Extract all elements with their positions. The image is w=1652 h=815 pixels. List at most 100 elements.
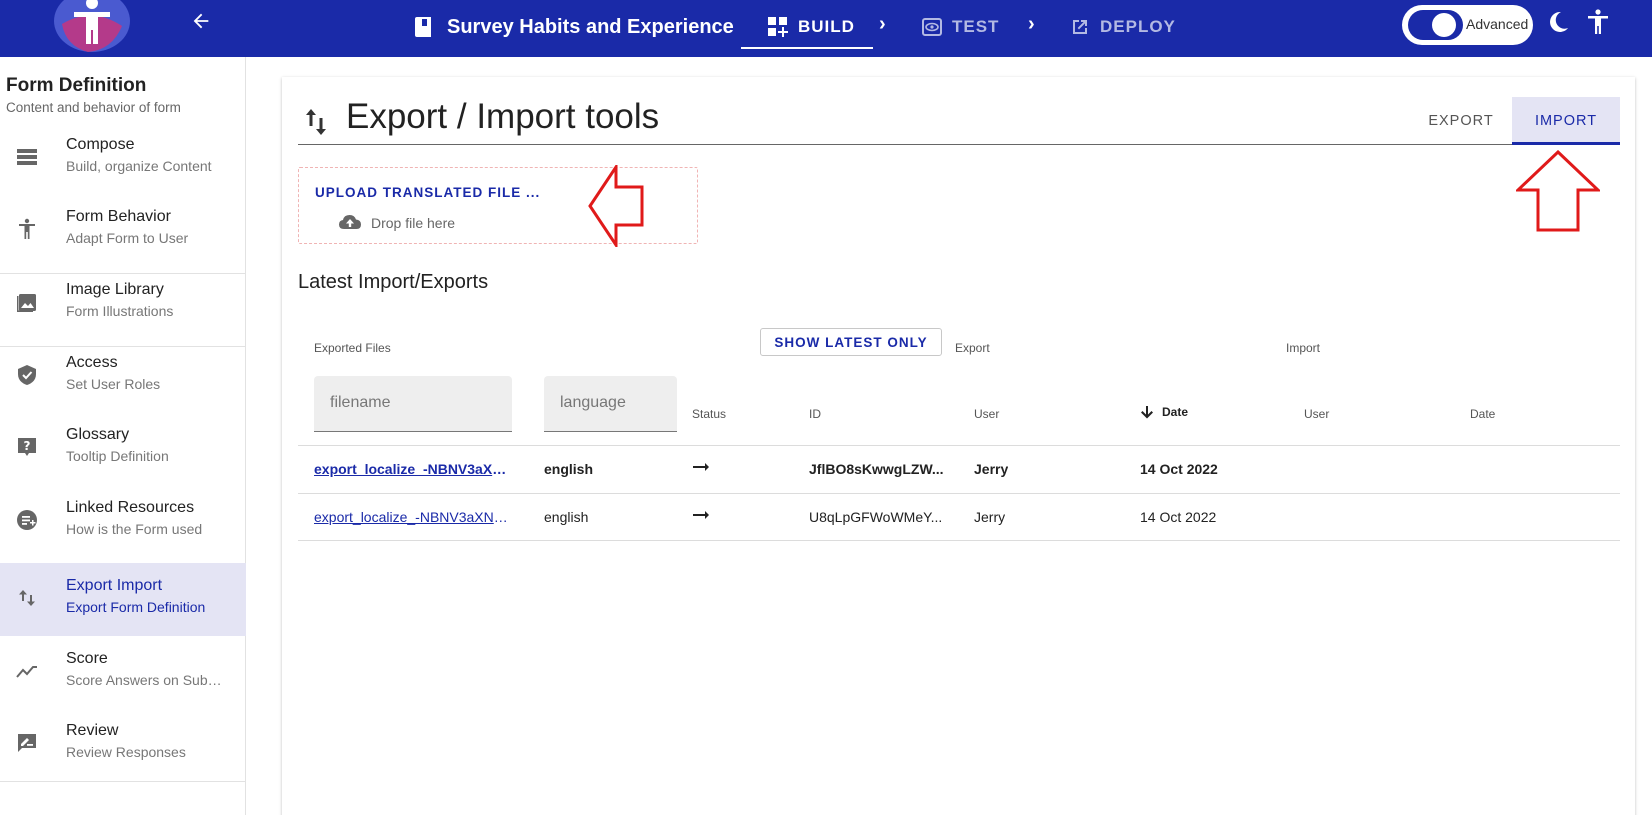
sidebar-item-sublabel: Form Illustrations	[66, 303, 174, 319]
sidebar-item-label: Export Import	[66, 577, 163, 594]
language-cell: english	[544, 461, 594, 477]
step-test[interactable]: TEST	[922, 12, 999, 42]
status-arrow-right-icon	[693, 511, 709, 519]
sidebar-item-sublabel: Adapt Form to User	[66, 230, 189, 246]
sidebar-title: Form Definition	[6, 75, 147, 96]
cloud-upload-icon	[339, 215, 361, 229]
app-logo-icon[interactable]	[52, 0, 132, 54]
import-export-icon	[19, 590, 35, 606]
book-icon	[415, 17, 431, 37]
sidebar-item-score[interactable]: Score Score Answers on Submission	[0, 636, 246, 709]
sidebar-item-sublabel: How is the Form used	[66, 521, 203, 537]
tab-export[interactable]: EXPORT	[1410, 97, 1512, 144]
step-deploy-label: DEPLOY	[1100, 17, 1176, 36]
form-title-area: Survey Habits and Experience	[415, 12, 734, 42]
trending-icon	[16, 666, 37, 678]
sidebar-item-label: Image Library	[66, 281, 164, 298]
column-header-export-user[interactable]: User	[974, 407, 999, 421]
sidebar-item-sublabel: Set User Roles	[66, 376, 161, 392]
filename-filter-input[interactable]	[330, 394, 480, 412]
sidebar-item-access[interactable]: Access Set User Roles	[0, 340, 246, 413]
shield-check-icon	[18, 365, 36, 385]
sidebar-item-image-library[interactable]: Image Library Form Illustrations	[0, 267, 246, 340]
linked-resources-icon	[17, 510, 37, 530]
eye-icon	[922, 18, 942, 36]
filename-link[interactable]: export_localize_-NBNV3aXN3...	[314, 461, 512, 477]
advanced-toggle[interactable]: Advanced	[1402, 5, 1533, 45]
step-build-label: BUILD	[798, 17, 855, 36]
annotation-arrow-left-icon	[588, 165, 644, 247]
export-user-cell: Jerry	[974, 461, 1009, 477]
group-label-export: Export	[955, 341, 990, 355]
svg-text:?: ?	[24, 439, 31, 453]
accessibility-icon	[19, 218, 35, 239]
column-header-export-date[interactable]: Date	[1140, 405, 1188, 419]
sidebar-item-review[interactable]: Review Review Responses	[0, 708, 246, 781]
tab-import[interactable]: IMPORT	[1512, 97, 1620, 144]
top-app-bar: Survey Habits and Experience BUILD › TES…	[0, 0, 1652, 57]
upload-translated-file-button[interactable]: UPLOAD TRANSLATED FILE ...	[315, 185, 540, 200]
sidebar-item-compose[interactable]: Compose Build, organize Content	[0, 122, 246, 195]
sidebar-item-sublabel: Build, organize Content	[66, 158, 212, 174]
column-header-status[interactable]: Status	[692, 407, 726, 421]
sidebar-item-export-import[interactable]: Export Import Export Form Definition	[0, 563, 246, 636]
export-user-cell: Jerry	[974, 509, 1006, 525]
section-title: Latest Import/Exports	[298, 271, 489, 293]
sidebar-item-label: Compose	[66, 136, 135, 153]
active-tab-underline	[1512, 142, 1620, 145]
language-cell: english	[544, 509, 589, 525]
header-divider	[298, 144, 1620, 145]
sidebar-item-label: Glossary	[66, 426, 130, 443]
sidebar-item-linked-resources[interactable]: Linked Resources How is the Form used	[0, 485, 246, 558]
filename-filter[interactable]	[314, 376, 512, 432]
filename-link[interactable]: export_localize_-NBNV3aXN3...	[314, 509, 512, 525]
column-header-id[interactable]: ID	[809, 407, 821, 421]
column-header-import-date[interactable]: Date	[1470, 407, 1495, 421]
step-build[interactable]: BUILD	[768, 12, 855, 42]
table-row[interactable]: export_localize_-NBNV3aXN3... english Jf…	[298, 445, 1620, 493]
sidebar: Form Definition Content and behavior of …	[0, 57, 246, 815]
export-date-cell: 14 Oct 2022	[1140, 461, 1218, 477]
step-test-label: TEST	[952, 17, 1000, 36]
toggle-knob	[1432, 13, 1456, 37]
external-link-icon	[1073, 20, 1087, 34]
image-icon	[17, 294, 36, 312]
view-agenda-icon	[17, 149, 37, 165]
sidebar-item-label: Linked Resources	[66, 499, 195, 516]
sidebar-item-glossary[interactable]: ? Glossary Tooltip Definition	[0, 412, 246, 485]
import-export-table: Exported Files SHOW LATEST ONLY Export I…	[298, 317, 1620, 717]
sidebar-item-sublabel: Tooltip Definition	[66, 448, 169, 464]
id-cell: U8qLpGFWoWMeY...	[809, 509, 943, 525]
show-latest-only-button[interactable]: SHOW LATEST ONLY	[760, 328, 942, 356]
sidebar-header: Form Definition Content and behavior of …	[6, 75, 181, 115]
back-arrow-icon[interactable]	[190, 10, 216, 36]
sidebar-item-sublabel: Review Responses	[66, 744, 186, 760]
form-title: Survey Habits and Experience	[447, 15, 734, 38]
language-filter[interactable]	[544, 376, 710, 432]
annotation-arrow-up-icon	[1516, 150, 1600, 232]
import-export-icon	[306, 109, 326, 135]
sidebar-item-label: Form Behavior	[66, 208, 171, 225]
language-filter-input[interactable]	[560, 394, 710, 412]
column-header-label: Date	[1162, 405, 1189, 419]
status-arrow-right-icon	[693, 463, 709, 471]
sidebar-item-label: Access	[66, 354, 118, 371]
sidebar-item-label: Review	[66, 722, 119, 739]
page-title: Export / Import tools	[346, 97, 660, 136]
export-import-card: Export / Import tools EXPORT IMPORT UPLO…	[282, 77, 1635, 815]
column-header-import-user[interactable]: User	[1304, 407, 1329, 421]
sidebar-item-sublabel: Export Form Definition	[66, 599, 206, 615]
step-deploy[interactable]: DEPLOY	[1070, 12, 1176, 42]
sidebar-item-label: Score	[66, 650, 108, 667]
chevron-right-icon: ›	[1028, 13, 1035, 35]
group-label-import: Import	[1286, 341, 1321, 355]
accessibility-icon[interactable]	[1587, 9, 1609, 35]
active-step-underline	[741, 47, 873, 49]
drop-file-text: Drop file here	[371, 215, 456, 231]
table-row[interactable]: export_localize_-NBNV3aXN3... english U8…	[298, 493, 1620, 541]
build-grid-icon	[768, 17, 788, 37]
sidebar-item-form-behavior[interactable]: Form Behavior Adapt Form to User	[0, 194, 246, 267]
dark-mode-moon-icon[interactable]	[1548, 10, 1570, 34]
help-box-icon: ?	[18, 438, 36, 456]
sidebar-divider	[0, 781, 246, 782]
